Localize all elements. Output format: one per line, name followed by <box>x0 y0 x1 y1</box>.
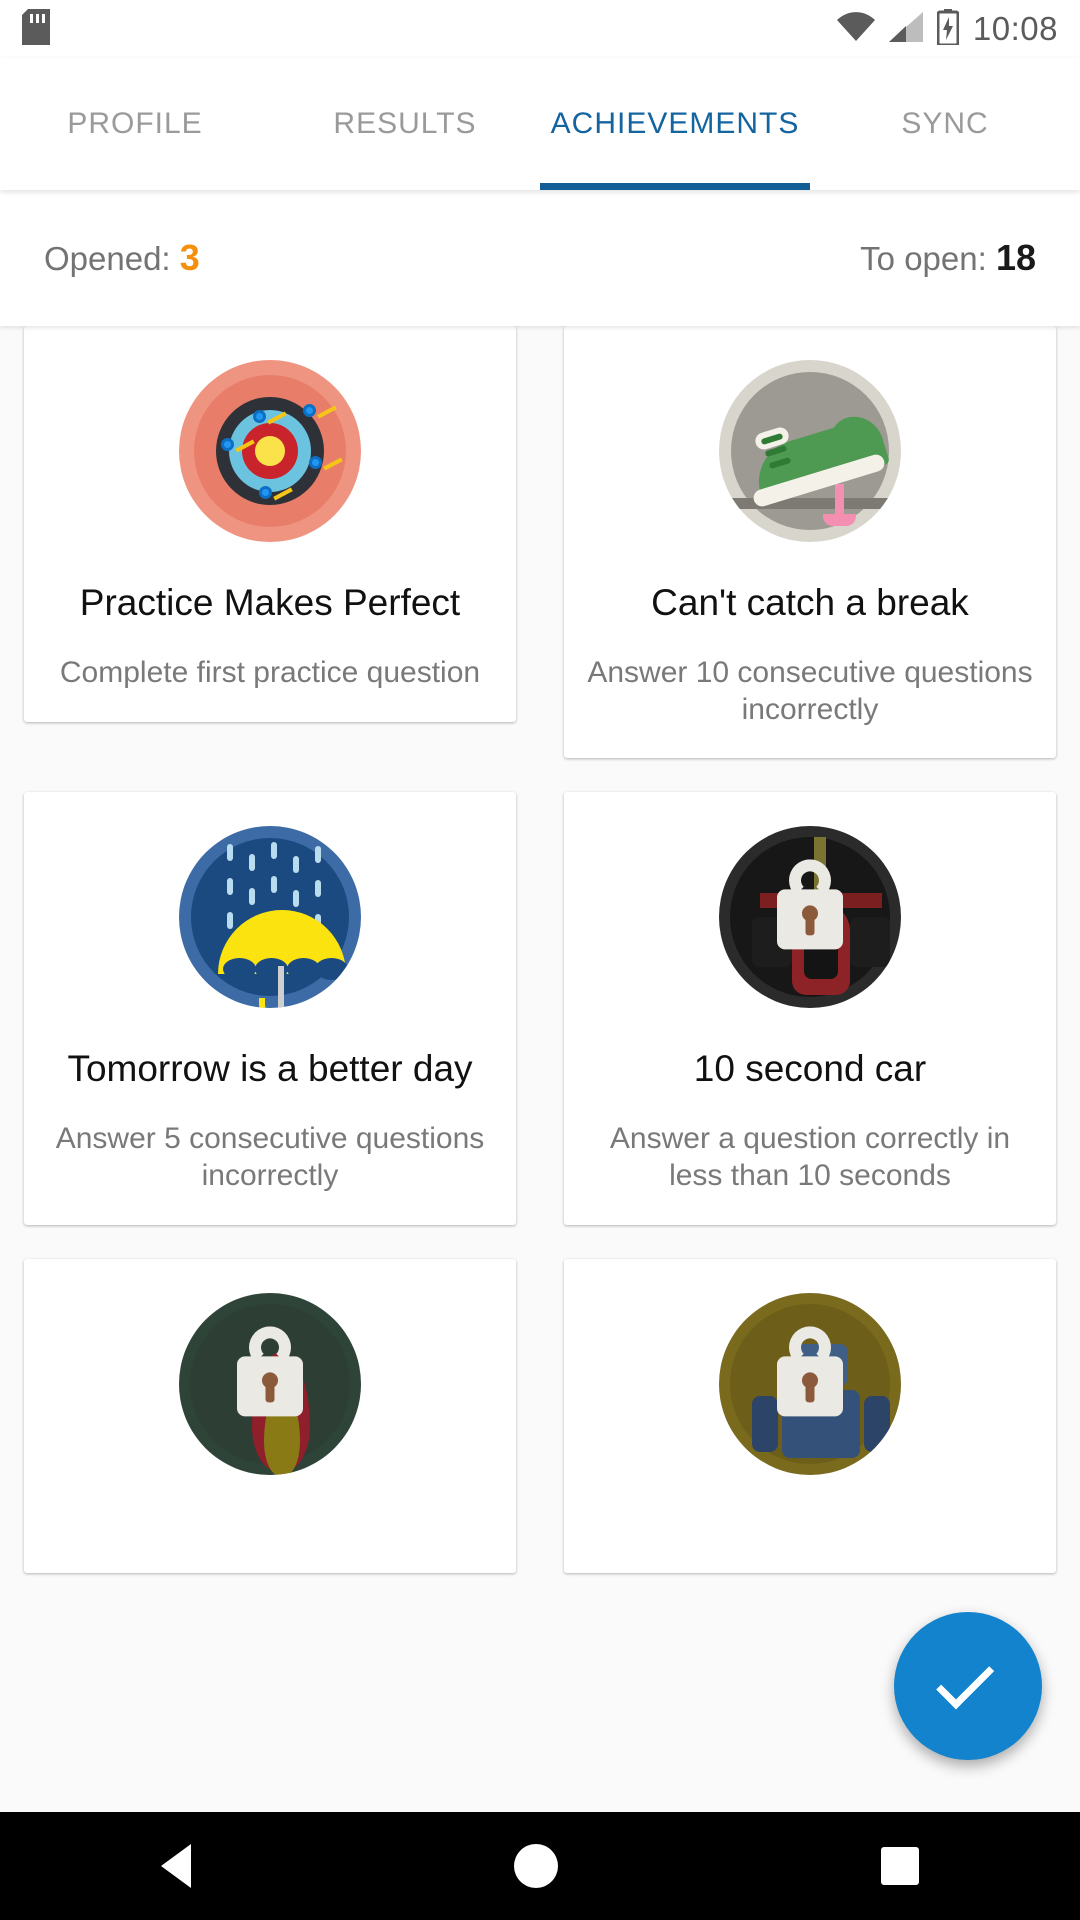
achievement-title: Practice Makes Perfect <box>79 582 461 623</box>
opened-value: 3 <box>179 237 200 278</box>
tab-bar: PROFILE RESULTS ACHIEVEMENTS SYNC <box>0 58 1080 190</box>
status-bar-right-icons: 10:08 <box>836 8 1058 50</box>
lock-icon <box>237 1356 303 1417</box>
achievement-card[interactable] <box>564 1258 1056 1573</box>
sneaker-gum-icon <box>719 360 901 542</box>
flame-icon <box>179 1292 361 1475</box>
achievement-description: Answer 5 consecutive questions incorrect… <box>55 1122 485 1193</box>
wifi-icon <box>836 11 875 47</box>
achievements-grid[interactable]: Practice Makes Perfect Complete first pr… <box>0 326 1080 1812</box>
achievement-title: 10 second car <box>693 1048 927 1090</box>
tab-achievements[interactable]: ACHIEVEMENTS <box>540 58 810 190</box>
android-navigation-bar <box>0 1812 1080 1920</box>
battery-charging-icon <box>936 8 960 50</box>
app-screen: 10:08 PROFILE RESULTS ACHIEVEMENTS SYNC … <box>0 0 1080 1920</box>
achievement-title: Tomorrow is a better day <box>67 1048 473 1090</box>
tab-sync[interactable]: SYNC <box>810 58 1080 190</box>
tab-profile-label: PROFILE <box>67 107 203 141</box>
race-car-icon <box>719 826 901 1009</box>
status-bar: 10:08 <box>0 0 1080 58</box>
opened-label: Opened: <box>44 240 171 277</box>
to-open-value: 18 <box>995 237 1036 278</box>
achievement-card[interactable]: Can't catch a break Answer 10 consecutiv… <box>564 326 1056 759</box>
achievement-stats-bar: Opened: 3 To open: 18 <box>0 190 1080 326</box>
opened-stat: Opened: 3 <box>44 237 200 279</box>
recents-icon[interactable] <box>880 1847 919 1885</box>
lock-icon <box>777 1356 843 1417</box>
tab-results[interactable]: RESULTS <box>270 58 540 190</box>
status-bar-left-icons <box>22 8 50 50</box>
cellular-signal-icon <box>888 11 923 47</box>
achievement-description: Complete first practice question <box>59 656 481 690</box>
to-open-stat: To open: 18 <box>860 237 1036 279</box>
tab-profile[interactable]: PROFILE <box>0 58 270 190</box>
home-icon[interactable] <box>513 1844 558 1888</box>
tab-achievements-label: ACHIEVEMENTS <box>550 107 800 141</box>
lock-icon <box>777 889 843 950</box>
archery-target-icon <box>179 360 361 542</box>
achievement-title: Can't catch a break <box>651 582 969 623</box>
tab-results-label: RESULTS <box>333 107 477 141</box>
sdcard-icon <box>22 8 50 50</box>
sync-fab-button[interactable] <box>894 1612 1042 1760</box>
robot-icon <box>719 1292 901 1475</box>
check-icon <box>936 1651 995 1710</box>
achievement-description: Answer 10 consecutive questions incorrec… <box>587 656 1033 726</box>
status-bar-clock: 10:08 <box>972 10 1058 47</box>
achievement-description: Answer a question correctly in less than… <box>609 1122 1011 1193</box>
achievement-card[interactable] <box>24 1258 516 1573</box>
umbrella-rain-icon <box>179 826 361 1009</box>
achievement-card[interactable]: Tomorrow is a better day Answer 5 consec… <box>24 792 516 1225</box>
achievement-card[interactable]: Practice Makes Perfect Complete first pr… <box>24 326 516 722</box>
to-open-label: To open: <box>860 240 987 277</box>
tab-sync-label: SYNC <box>901 107 989 141</box>
achievement-card[interactable]: 10 second car Answer a question correctl… <box>564 792 1056 1225</box>
back-icon[interactable] <box>161 1844 192 1888</box>
